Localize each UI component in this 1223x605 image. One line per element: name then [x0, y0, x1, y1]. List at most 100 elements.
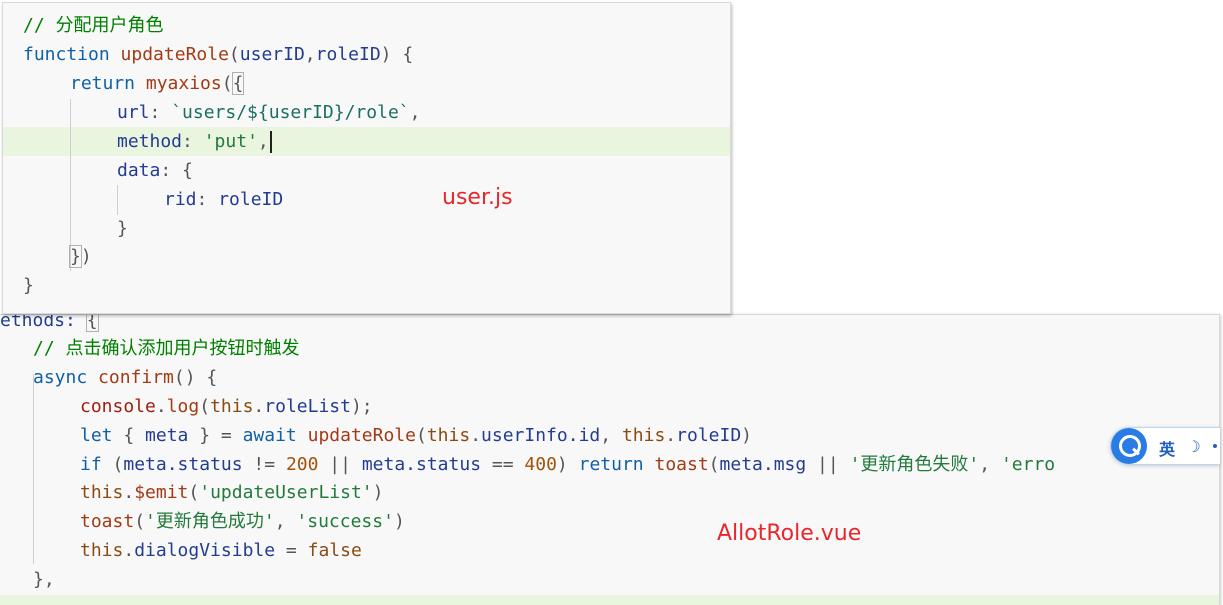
number-200: 200	[285, 454, 319, 475]
punctuation: ,	[979, 454, 1001, 475]
call-toast: toast	[80, 511, 135, 532]
code-panel-allotrole-vue: ethods: { // 点击确认添加用户按钮时触发 async confirm…	[0, 314, 1220, 605]
punctuation: ,	[409, 102, 421, 123]
number-400: 400	[524, 454, 557, 475]
code-line-1: // 分配用户角色	[3, 11, 730, 40]
code-comment: // 分配用户角色	[23, 15, 164, 36]
search-q-icon[interactable]	[1111, 428, 1147, 464]
string-fail-msg: '更新角色失败'	[849, 454, 980, 475]
code-line-7: rid: roleID	[3, 185, 730, 214]
operator: ==	[481, 454, 525, 475]
punctuation: (	[199, 396, 211, 417]
string-error: 'erro	[1000, 454, 1056, 475]
matched-bracket: {	[85, 315, 99, 332]
punctuation: )	[393, 511, 405, 532]
punctuation: ,	[274, 511, 297, 532]
prop-rolelist: roleList	[264, 396, 351, 417]
code-line-confirm: async confirm() {	[0, 363, 1219, 392]
method-emit: $emit	[134, 482, 189, 503]
matched-bracket: {	[231, 72, 245, 95]
keyword-function: function	[23, 44, 110, 65]
code-line-10: }	[3, 271, 730, 300]
code-line-8: }	[3, 214, 730, 243]
code-line-methods: ethods: {	[0, 315, 1219, 335]
punctuation: {	[112, 425, 146, 446]
call-myaxios: myaxios	[145, 73, 222, 94]
file-label-user-js: user.js	[442, 185, 513, 210]
prop-dialogvisible: dialogVisible	[134, 540, 276, 561]
punctuation: .	[123, 540, 135, 561]
call-updaterole: updateRole	[307, 425, 416, 446]
punctuation: (	[188, 482, 200, 503]
file-label-allotrole-vue: AllotRole.vue	[717, 521, 862, 546]
code-line-toast: toast('更新角色成功', 'success')	[0, 507, 1219, 536]
keyword-this: this	[426, 425, 471, 446]
code-line-comment: // 点击确认添加用户按钮时触发	[0, 334, 1219, 363]
value-roleid: roleID	[218, 189, 284, 210]
string-success-msg: '更新角色成功'	[145, 511, 275, 532]
string-put: 'put'	[203, 131, 258, 152]
punctuation: (	[415, 425, 427, 446]
punctuation: (	[134, 511, 146, 532]
punctuation: :	[149, 102, 172, 123]
code-line-2: function updateRole(userID,roleID) {	[3, 40, 730, 69]
punctuation: ,	[304, 44, 316, 65]
punctuation: :	[160, 160, 183, 181]
method-confirm: confirm	[98, 367, 174, 388]
text-cursor	[269, 131, 272, 153]
code-line-let: let { meta } = await updateRole(this.use…	[0, 421, 1219, 450]
prop-url: url	[117, 102, 150, 123]
keyword-return: return	[578, 454, 644, 475]
punctuation: ,	[257, 131, 269, 152]
punctuation: )	[556, 454, 579, 475]
punctuation: .	[155, 396, 167, 417]
prop-rid: rid	[164, 189, 197, 210]
param-userid: userID	[239, 44, 305, 65]
current-line-highlight	[0, 595, 1219, 605]
punctuation: },	[33, 569, 55, 590]
param-roleid: roleID	[315, 44, 381, 65]
keyword-await: await	[242, 425, 297, 446]
code-line-if: if (meta.status != 200 || meta.status ==…	[0, 450, 1219, 479]
punctuation: .	[665, 425, 677, 446]
keyword-async: async	[33, 367, 88, 388]
operator: ||	[806, 454, 850, 475]
var-meta: meta	[145, 425, 189, 446]
code-line-emit: this.$emit('updateUserList')	[0, 478, 1219, 507]
code-line-4: url: `users/${userID}/role`,	[3, 98, 730, 127]
punctuation: {	[182, 160, 193, 181]
function-name: updateRole	[120, 44, 229, 65]
punctuation: (	[101, 454, 124, 475]
matched-bracket: }	[69, 245, 82, 268]
punctuation: ) {	[380, 44, 414, 65]
console-object: console	[80, 396, 156, 417]
code-line-5[interactable]: method: 'put',	[3, 127, 730, 156]
operator: =	[275, 540, 308, 561]
ime-language-toggle[interactable]: 英	[1159, 436, 1175, 460]
template-string: `users/${userID}/role`	[171, 102, 410, 123]
keyword-let: let	[80, 425, 113, 446]
punctuation: }	[23, 275, 34, 296]
punctuation: (	[221, 73, 233, 94]
keyword-if: if	[80, 454, 102, 475]
punctuation: () {	[173, 367, 218, 388]
code-panel-user-js: // 分配用户角色 function updateRole(userID,rol…	[2, 2, 731, 314]
prop-roleid: roleID	[676, 425, 742, 446]
ime-toolbar[interactable]: 英 ☽	[1110, 427, 1220, 465]
punctuation: .	[123, 482, 135, 503]
keyword-this: this	[621, 425, 666, 446]
punctuation: )	[372, 482, 384, 503]
dot-icon	[1213, 444, 1217, 448]
punctuation: :	[182, 131, 204, 152]
punctuation: );	[350, 396, 373, 417]
punctuation: } =	[188, 425, 243, 446]
keyword-this: this	[80, 482, 124, 503]
prop-userinfo-id: userInfo.id	[481, 425, 601, 446]
keyword-this: this	[210, 396, 254, 417]
operator: !=	[242, 454, 286, 475]
moon-icon[interactable]: ☽	[1191, 437, 1201, 456]
punctuation: .	[470, 425, 482, 446]
method-log: log	[166, 396, 200, 417]
string-success: 'success'	[296, 511, 394, 532]
code-line-dialog: this.dialogVisible = false	[0, 536, 1219, 565]
